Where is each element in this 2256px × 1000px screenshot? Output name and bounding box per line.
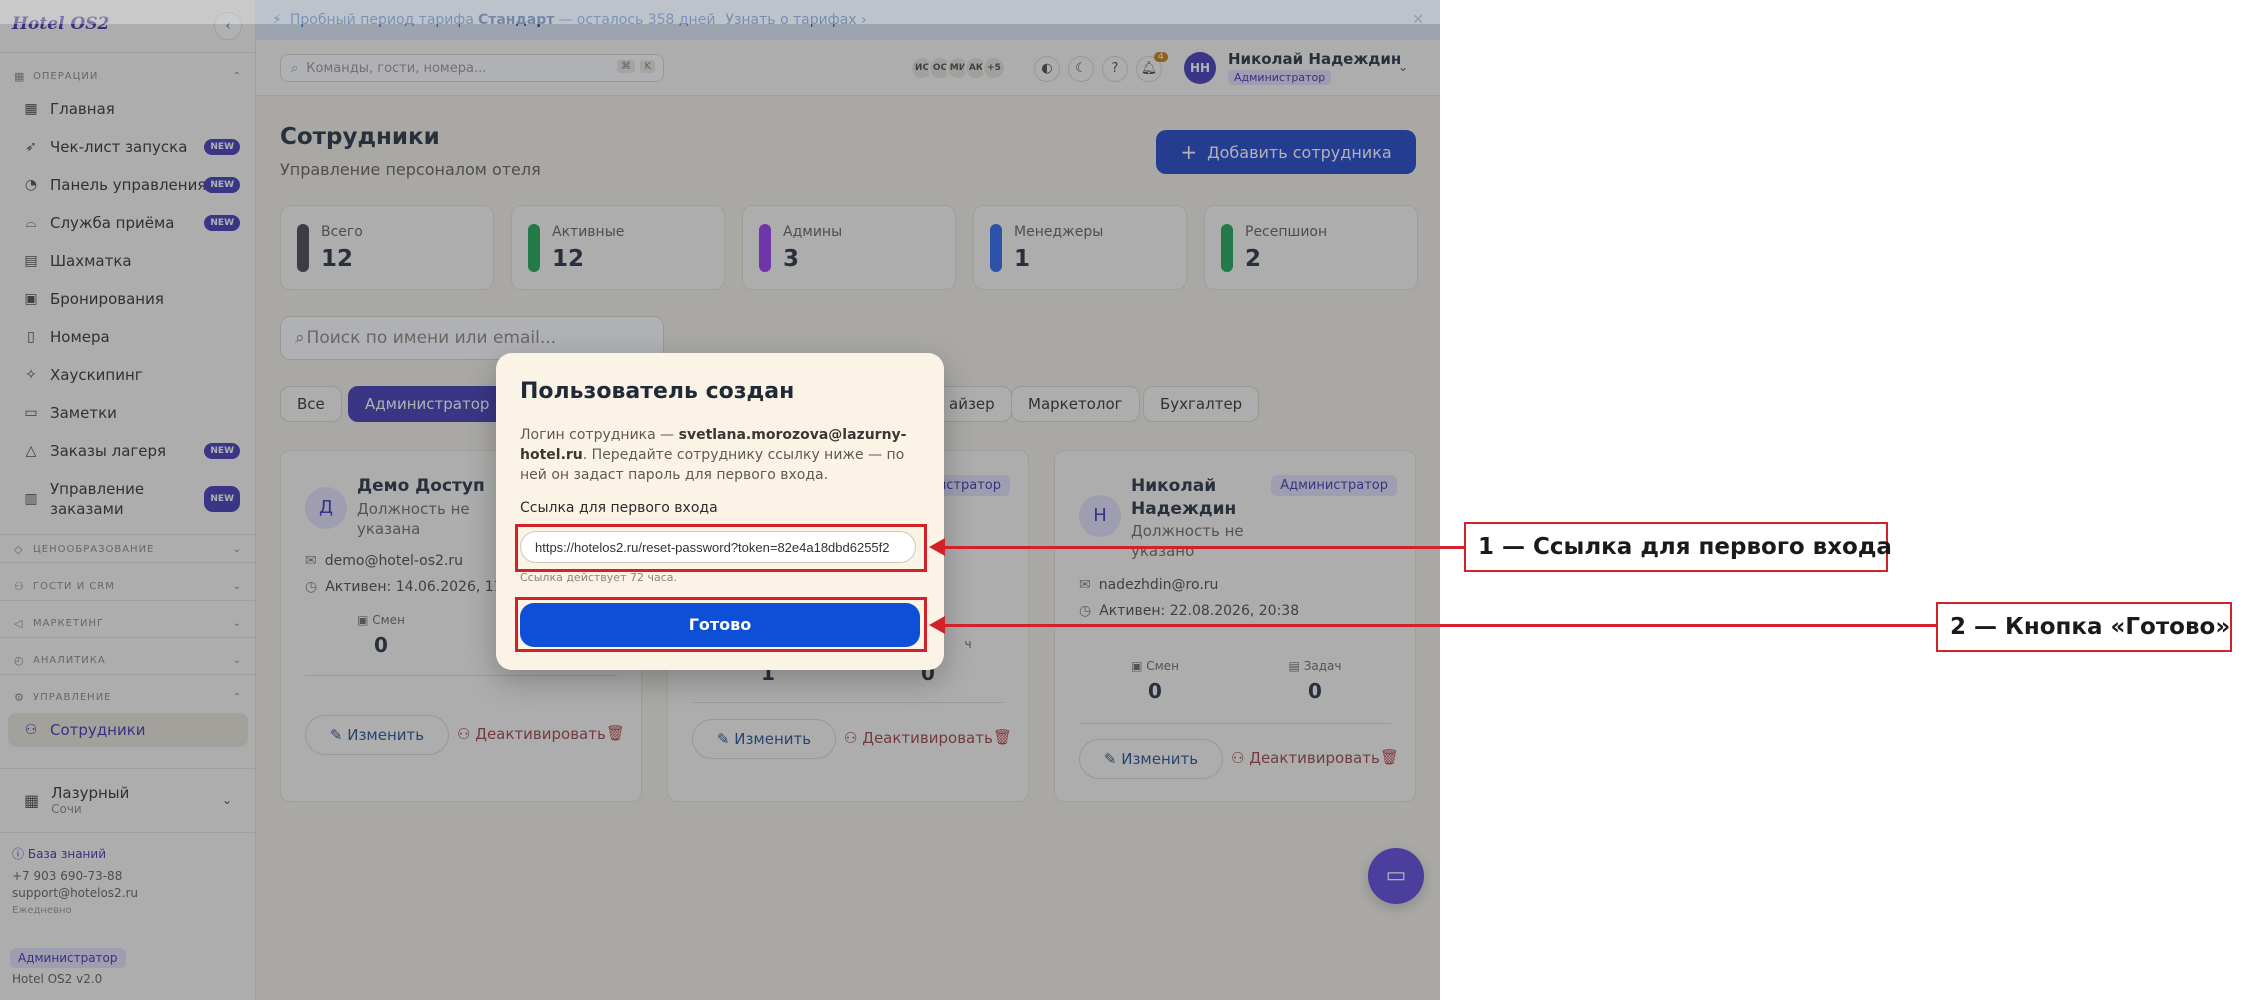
callout-done: 2 — Кнопка «Готово» (1936, 602, 2232, 652)
highlight-done-button (515, 597, 927, 652)
callout-link: 1 — Ссылка для первого входа (1464, 522, 1892, 572)
link-expiry-note: Ссылка действует 72 часа. (520, 571, 677, 584)
dialog-description: Логин сотрудника — svetlana.morozova@laz… (520, 427, 907, 483)
arrow-head-icon (929, 616, 945, 634)
dialog-title: Пользователь создан (520, 379, 795, 404)
backdrop-top-strip (0, 0, 1440, 24)
highlight-link-field (515, 524, 927, 572)
link-label: Ссылка для первого входа (520, 500, 718, 516)
app-window: Hotel OS2 ‹ ▦ Операции ⌃ ▦ Главная ➶ Чек… (0, 0, 1440, 1000)
arrow-head-icon (929, 538, 945, 556)
arrow-done (944, 624, 1936, 627)
arrow-link (944, 546, 1464, 549)
